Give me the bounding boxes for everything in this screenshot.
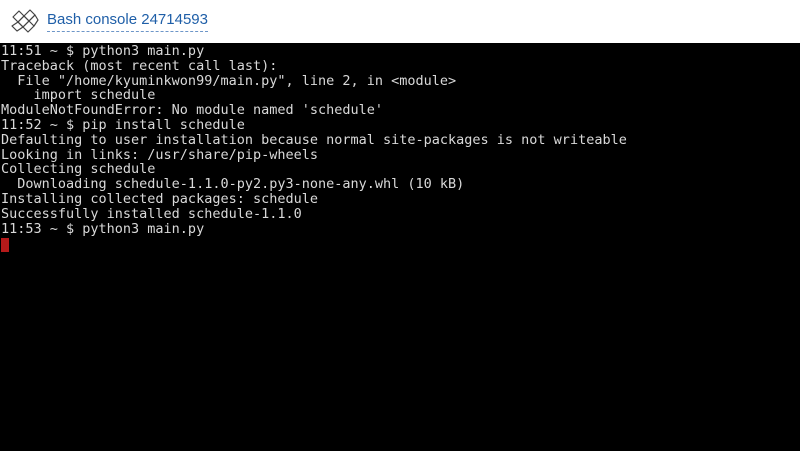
terminal-cursor bbox=[1, 238, 9, 252]
terminal-line: ModuleNotFoundError: No module named 'sc… bbox=[1, 102, 384, 119]
terminal-line: Downloading schedule-1.1.0-py2.py3-none-… bbox=[1, 176, 465, 193]
console-title[interactable]: Bash console 24714593 bbox=[47, 9, 208, 32]
terminal-line: Traceback (most recent call last): bbox=[1, 57, 278, 74]
terminal-line: Successfully installed schedule-1.1.0 bbox=[1, 205, 302, 222]
terminal-line: Collecting schedule bbox=[1, 161, 156, 178]
terminal-line: Defaulting to user installation because … bbox=[1, 131, 627, 148]
terminal-line: 11:53 ~ $ python3 main.py bbox=[1, 220, 205, 237]
terminal-line: 11:52 ~ $ pip install schedule bbox=[1, 116, 245, 133]
terminal-line: Looking in links: /usr/share/pip-wheels bbox=[1, 146, 318, 163]
terminal-screen[interactable]: 11:51 ~ $ python3 main.py Traceback (most… bbox=[0, 43, 800, 451]
terminal-line: 11:51 ~ $ python3 main.py bbox=[1, 43, 205, 59]
terminal-output: 11:51 ~ $ python3 main.py Traceback (most… bbox=[1, 44, 627, 236]
console-page: Bash console 24714593 11:51 ~ $ python3 … bbox=[0, 0, 800, 451]
terminal-line: Installing collected packages: schedule bbox=[1, 190, 318, 207]
terminal-line: File "/home/kyuminkwon99/main.py", line … bbox=[1, 72, 457, 89]
terminal-line: import schedule bbox=[1, 87, 156, 104]
console-header: Bash console 24714593 bbox=[0, 0, 800, 43]
pythonanywhere-logo-icon[interactable] bbox=[9, 5, 41, 37]
